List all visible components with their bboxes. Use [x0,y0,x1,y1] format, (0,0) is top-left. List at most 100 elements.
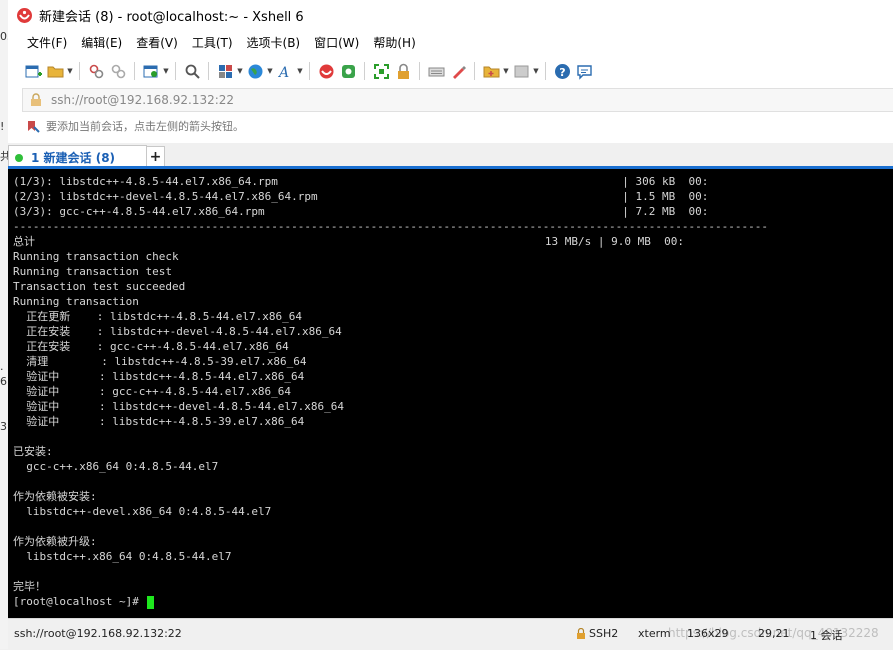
search-icon [185,64,200,79]
globe-icon [248,64,262,78]
lock-icon [577,628,585,639]
chevron-down-icon[interactable]: ▼ [236,60,244,82]
encoding-button[interactable] [244,60,266,82]
highlight-button[interactable] [447,60,469,82]
menu-help[interactable]: 帮助(H) [366,32,422,54]
terminal-prompt: [root@localhost ~]# [13,594,155,609]
terminal-line: 作为依赖被升级: [13,535,97,548]
tab-label: 1 新建会话 (8) [31,151,116,165]
terminal-line: 已安装: [13,445,53,458]
session-hint-text: 要添加当前会话，点击左侧的箭头按钮。 [46,120,244,133]
new-session-icon [25,65,42,77]
lock-icon [31,93,41,106]
help-icon: ? [554,63,570,79]
background-char: . [0,360,4,373]
new-tab-folder-button[interactable] [480,60,502,82]
reconnect-button[interactable] [85,60,107,82]
terminal-line: Running transaction test [13,265,172,278]
svg-text:?: ? [559,66,565,79]
address-bar[interactable]: ssh://root@192.168.92.132:22 [22,88,893,112]
session-hint-bar: 要添加当前会话，点击左侧的箭头按钮。 [22,115,893,137]
status-terminal-type: xterm [638,627,671,640]
chat-icon [576,64,592,80]
menu-tools[interactable]: 工具(T) [185,32,240,54]
xshell-window: 新建会话 (8) - root@localhost:~ - Xshell 6 文… [8,0,893,650]
tile-button[interactable] [510,60,532,82]
terminal-line: (2/3): libstdc++-devel-4.8.5-44.el7.x86_… [13,190,709,203]
chevron-down-icon[interactable]: ▼ [296,60,304,82]
add-tab-button[interactable]: + [146,146,165,168]
marker-icon [452,65,466,79]
menu-view[interactable]: 查看(V) [129,32,185,54]
terminal-line: Running transaction [13,295,139,308]
terminal-line: 验证中 : libstdc++-4.8.5-44.el7.x86_64 [13,370,305,383]
toolbar: ▼ ▼ ▼ ▼ A ▼ ▼ ▼ ? [8,58,893,84]
terminal-line: 正在安装 : gcc-c++-4.8.5-44.el7.x86_64 [13,340,289,353]
font-icon: A [277,65,289,80]
status-session-count: 1 会话 [810,629,843,642]
chevron-down-icon[interactable]: ▼ [502,60,510,82]
toolbar-separator [364,62,365,80]
status-protocol: SSH2 [576,627,618,640]
terminal-line: (1/3): libstdc++-4.8.5-44.el7.x86_64.rpm… [13,175,709,188]
terminal-line: libstdc++-devel.x86_64 0:4.8.5-44.el7 [13,505,272,518]
chevron-down-icon[interactable]: ▼ [532,60,540,82]
terminal-line: 验证中 : libstdc++-devel-4.8.5-44.el7.x86_6… [13,400,345,413]
terminal-line: 清理 : libstdc++-4.8.5-39.el7.x86_64 [13,355,307,368]
new-session-button[interactable] [22,60,44,82]
menu-file[interactable]: 文件(F) [20,32,74,54]
terminal-line: 正在安装 : libstdc++-devel-4.8.5-44.el7.x86_… [13,325,342,338]
properties-button[interactable] [140,60,162,82]
prompt-text: [root@localhost ~]# [13,595,146,608]
address-input[interactable]: ssh://root@192.168.92.132:22 [51,93,234,107]
help-button[interactable]: ? [551,60,573,82]
font-button[interactable]: A [274,60,296,82]
keyboard-icon [428,67,444,76]
background-char: 3 [0,420,7,433]
toolbar-separator [208,62,209,80]
toolbar-separator [419,62,420,80]
toolbar-separator [79,62,80,80]
lock-icon [397,63,409,79]
window-title: 新建会话 (8) - root@localhost:~ - Xshell 6 [39,9,304,25]
chevron-down-icon[interactable]: ▼ [66,60,74,82]
terminal-line: 作为依赖被安装: [13,490,97,503]
status-connection: ssh://root@192.168.92.132:22 [14,627,182,640]
terminal-line: 验证中 : libstdc++-4.8.5-39.el7.x86_64 [13,415,305,428]
tile-icon [514,65,528,77]
open-folder-button[interactable] [44,60,66,82]
bookmark-arrow-icon[interactable] [26,119,40,133]
lock-button[interactable] [392,60,414,82]
terminal-line: 验证中 : gcc-c++-4.8.5-44.el7.x86_64 [13,385,292,398]
background-char: ! [0,120,5,133]
terminal-line: 正在更新 : libstdc++-4.8.5-44.el7.x86_64 [13,310,303,323]
xshell-button[interactable] [315,60,337,82]
chevron-down-icon[interactable]: ▼ [162,60,170,82]
folder-icon [47,66,63,77]
chevron-down-icon[interactable]: ▼ [266,60,274,82]
terminal-line: 完毕！ [13,580,46,593]
chat-button[interactable] [573,60,595,82]
menu-bar: 文件(F) 编辑(E) 查看(V) 工具(T) 选项卡(B) 窗口(W) 帮助(… [8,32,893,54]
title-bar[interactable]: 新建会话 (8) - root@localhost:~ - Xshell 6 [8,0,893,30]
xshell-icon [319,64,333,78]
layout-icon [218,64,232,78]
status-terminal-size: 136x29 [687,627,729,640]
terminal-line: (3/3): gcc-c++-4.8.5-44.el7.x86_64.rpm |… [13,205,709,218]
terminal-line: gcc-c++.x86_64 0:4.8.5-44.el7 [13,460,219,473]
xshell-app-icon [17,7,32,23]
menu-tab[interactable]: 选项卡(B) [240,32,308,54]
fullscreen-button[interactable] [370,60,392,82]
menu-edit[interactable]: 编辑(E) [74,32,129,54]
xftp-button[interactable] [337,60,359,82]
properties-icon [143,65,157,77]
disconnect-button[interactable] [107,60,129,82]
find-button[interactable] [181,60,203,82]
keyboard-button[interactable] [425,60,447,82]
terminal-cursor [147,595,155,609]
terminal-area[interactable]: (1/3): libstdc++-4.8.5-44.el7.x86_64.rpm… [8,169,893,618]
menu-window[interactable]: 窗口(W) [307,32,366,54]
layout-button[interactable] [214,60,236,82]
folder-add-icon [483,66,499,77]
terminal-line: Transaction test succeeded [13,280,186,293]
